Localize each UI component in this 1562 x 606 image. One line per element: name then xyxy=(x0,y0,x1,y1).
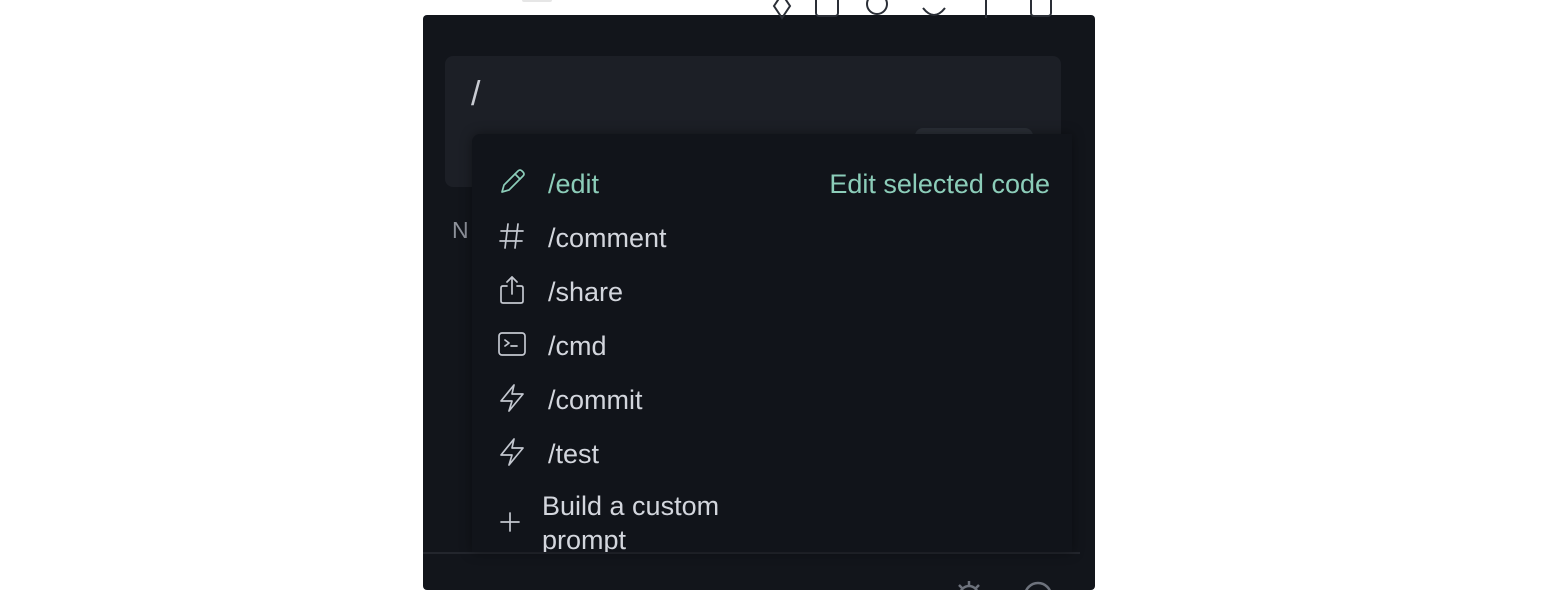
menu-item-label: Build a custom prompt xyxy=(542,491,720,552)
menu-item-label: /edit xyxy=(548,169,600,199)
menu-item-test[interactable]: /test xyxy=(472,425,1072,479)
pencil-icon xyxy=(496,166,528,198)
top-edge-tab xyxy=(522,0,552,2)
footer-divider xyxy=(423,552,1080,554)
top-toolbar-icons xyxy=(770,0,1060,22)
help-icon[interactable] xyxy=(1021,577,1055,590)
square-icon[interactable] xyxy=(814,0,840,22)
thumbs-icon[interactable] xyxy=(920,0,948,22)
chat-input-text[interactable]: / xyxy=(471,74,480,114)
lightning-icon xyxy=(496,436,528,468)
menu-item-share[interactable]: /share xyxy=(472,263,1072,317)
menu-item-label: /cmd xyxy=(548,331,607,361)
sidebar-letter: N xyxy=(452,217,469,243)
share-icon xyxy=(496,274,528,306)
menu-item-comment[interactable]: /comment xyxy=(472,209,1072,263)
menu-item-edit[interactable]: /edit Edit selected code xyxy=(472,155,1072,209)
menu-item-label: /share xyxy=(548,277,624,307)
menu-item-description: Edit selected code xyxy=(829,169,1050,199)
menu-item-commit[interactable]: /commit xyxy=(472,371,1072,425)
settings-icon[interactable] xyxy=(953,577,985,590)
hash-icon xyxy=(496,220,528,252)
trash-icon[interactable] xyxy=(1028,0,1054,22)
lightning-icon xyxy=(496,382,528,414)
slash-command-menu: /edit Edit selected code /comment /share… xyxy=(472,134,1072,552)
pin-icon[interactable] xyxy=(978,0,994,22)
terminal-icon xyxy=(496,328,528,360)
chat-panel: / N /edit Edit selected code /comment /s… xyxy=(423,15,1095,590)
menu-item-cmd[interactable]: /cmd xyxy=(472,317,1072,371)
menu-item-label: /test xyxy=(548,439,600,469)
menu-item-label: /commit xyxy=(548,385,643,415)
menu-item-build-custom-prompt[interactable]: Build a custom prompt xyxy=(472,487,1072,552)
diamond-icon[interactable] xyxy=(772,0,792,22)
menu-item-label: /comment xyxy=(548,223,667,253)
refresh-icon[interactable] xyxy=(864,0,890,22)
plus-icon xyxy=(494,506,526,538)
